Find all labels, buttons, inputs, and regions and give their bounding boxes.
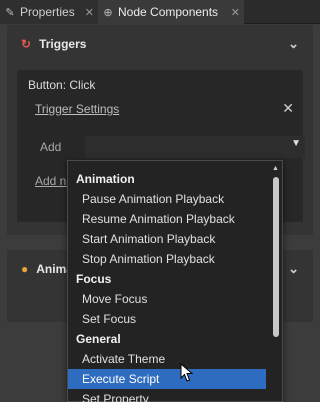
menu-item[interactable]: Pause Animation Playback [68, 189, 266, 209]
add-new-link[interactable]: Add new [35, 174, 71, 188]
menu-scrollbar[interactable]: ▲ [272, 165, 280, 397]
chevron-down-icon[interactable]: ⌄ [288, 261, 299, 277]
components-icon: ⊕ [103, 6, 113, 19]
menu-item[interactable]: Execute Script [68, 369, 266, 389]
menu-item[interactable]: Set Focus [68, 309, 266, 329]
dropdown-arrow-icon: ▼ [291, 138, 301, 149]
scroll-thumb[interactable] [273, 177, 279, 337]
add-action-dropdown[interactable]: ▼ [85, 136, 305, 158]
menu-group-header: General [76, 332, 121, 346]
close-icon[interactable]: ✕ [282, 100, 294, 117]
menu-item[interactable]: Set Property [68, 389, 266, 402]
menu-list: Animation Pause Animation Playback Resume … [68, 169, 266, 402]
menu-item[interactable]: Activate Theme [68, 349, 266, 369]
wrench-icon: ✎ [5, 6, 15, 19]
triggers-header[interactable]: ↻ Triggers ⌄ [7, 25, 313, 63]
trigger-card-title: Button: Click [28, 78, 96, 92]
triggers-title: Triggers [39, 37, 87, 51]
add-action-menu: Animation Pause Animation Playback Resume … [67, 160, 283, 402]
tab-node-components-label: Node Components [118, 5, 219, 19]
menu-group-header: Animation [76, 172, 135, 186]
tab-node-components[interactable]: ⊕ Node Components ✕ [98, 0, 244, 24]
menu-item[interactable]: Stop Animation Playback [68, 249, 266, 269]
menu-item[interactable]: Start Animation Playback [68, 229, 266, 249]
trigger-icon: ↻ [21, 37, 32, 51]
menu-item[interactable]: Move Focus [68, 289, 266, 309]
close-icon[interactable]: ✕ [231, 6, 240, 19]
trigger-settings-link[interactable]: Trigger Settings [35, 102, 119, 116]
close-icon[interactable]: ✕ [85, 6, 94, 19]
menu-item[interactable]: Resume Animation Playback [68, 209, 266, 229]
menu-group-header: Focus [76, 272, 112, 286]
tab-bar: ✎ Properties ✕ ⊕ Node Components ✕ [0, 0, 320, 24]
animation-icon: ● [21, 262, 29, 276]
mouse-cursor-icon [180, 363, 194, 382]
tab-properties-label: Properties [20, 5, 75, 19]
add-action-row: Add ▼ [35, 136, 305, 158]
tab-properties[interactable]: ✎ Properties ✕ [0, 0, 98, 24]
scroll-up-icon[interactable]: ▲ [272, 165, 279, 172]
add-label: Add [40, 140, 62, 154]
chevron-down-icon[interactable]: ⌄ [288, 36, 299, 52]
